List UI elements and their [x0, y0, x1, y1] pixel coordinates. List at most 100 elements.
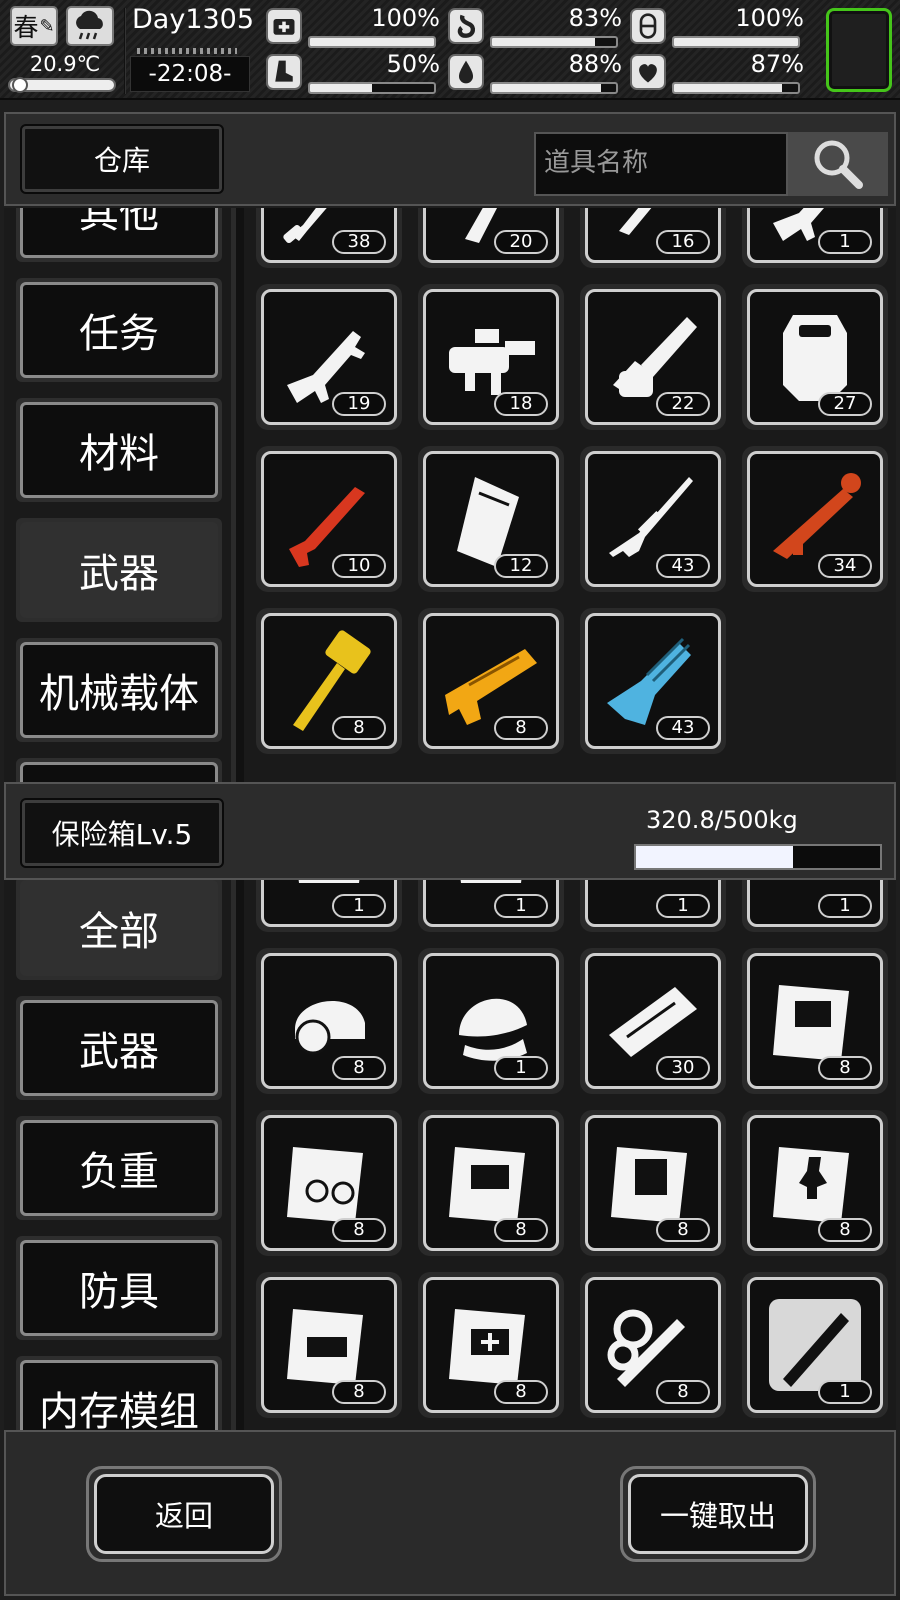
- warehouse-item-slot[interactable]: 38: [256, 208, 402, 268]
- safebox-item-slot[interactable]: 8: [742, 1110, 888, 1256]
- safebox-item-slot[interactable]: 8: [256, 948, 402, 1094]
- item-count: 43: [656, 716, 710, 740]
- stat-bar-fill: [674, 84, 782, 92]
- warehouse-item-slot[interactable]: 20: [418, 208, 564, 268]
- warehouse-category-item[interactable]: 材料: [16, 398, 222, 502]
- safebox-item-slot[interactable]: 8: [418, 1110, 564, 1256]
- category-label: 内存模组: [39, 1389, 199, 1430]
- heart-icon: [630, 54, 666, 90]
- stat-value: 50%: [386, 50, 440, 78]
- item-count: 8: [818, 1218, 872, 1242]
- item-count: 34: [818, 554, 872, 578]
- safebox-capacity-fill: [636, 846, 793, 868]
- safebox-item-slot[interactable]: 30: [580, 948, 726, 1094]
- warehouse-category-list[interactable]: 其他任务材料武器机械载体: [4, 208, 236, 782]
- warehouse-category-item[interactable]: 机械载体: [16, 638, 222, 742]
- warehouse-item-slot[interactable]: 22: [580, 284, 726, 430]
- item-search-input[interactable]: 道具名称: [534, 132, 788, 196]
- item-count: 20: [494, 230, 548, 254]
- stat-thirst: 88%: [448, 50, 628, 94]
- safebox-category-item[interactable]: 防具: [16, 1236, 222, 1340]
- stat-bar: [672, 36, 800, 48]
- category-label: 材料: [79, 431, 159, 477]
- warehouse-tab[interactable]: 仓库: [22, 126, 222, 192]
- safebox-item-slot[interactable]: 1: [418, 948, 564, 1094]
- safebox-item-slot[interactable]: 8: [580, 1272, 726, 1418]
- item-count: 1: [818, 894, 872, 918]
- safebox-capacity: 320.8/500kg: [646, 806, 798, 834]
- safebox-category-item[interactable]: 全部: [16, 880, 222, 980]
- item-count: 18: [494, 392, 548, 416]
- item-count: 8: [656, 1380, 710, 1404]
- warehouse-item-slot[interactable]: 8: [418, 608, 564, 754]
- warehouse-item-slot[interactable]: 1: [742, 208, 888, 268]
- stat-bar: [672, 82, 800, 94]
- warehouse-item-slot[interactable]: 12: [418, 446, 564, 592]
- safebox-category-item[interactable]: 内存模组: [16, 1356, 222, 1430]
- item-count: 16: [656, 230, 710, 254]
- item-count: 43: [656, 554, 710, 578]
- status-bar: 春 ✎ 20.9℃ Day1305 -22:08- 100% 83% 100% 5…: [0, 0, 900, 100]
- safebox-item-slot[interactable]: 8: [256, 1110, 402, 1256]
- warehouse-item-slot[interactable]: 34: [742, 446, 888, 592]
- safebox-item-slot[interactable]: 8: [418, 1272, 564, 1418]
- warehouse-item-slot[interactable]: 43: [580, 608, 726, 754]
- item-count: 1: [332, 894, 386, 918]
- warehouse-category-item[interactable]: 任务: [16, 278, 222, 382]
- item-count: 8: [494, 716, 548, 740]
- warehouse-item-slot[interactable]: 18: [418, 284, 564, 430]
- safebox-category-list[interactable]: 全部武器负重防具内存模组: [4, 880, 236, 1430]
- category-label: 全部: [79, 909, 159, 955]
- warehouse-category-item[interactable]: [16, 758, 222, 782]
- warehouse-item-slot[interactable]: 10: [256, 446, 402, 592]
- item-count: 1: [656, 894, 710, 918]
- boot-icon: [266, 54, 302, 90]
- character-portrait-button[interactable]: [826, 8, 892, 92]
- stat-hunger: 83%: [448, 4, 628, 48]
- back-label: 返回: [154, 1499, 213, 1533]
- safebox-item-grid[interactable]: 1 1 1 1 8 1 30 8 8 8 8 8 8 8 8 1: [244, 880, 896, 1430]
- stat-bar: [308, 82, 436, 94]
- warehouse-item-grid[interactable]: 38 20 16 1 19 18 22 27 10 12 43 34 8 8 4…: [244, 208, 896, 782]
- stat-bar: [490, 82, 618, 94]
- warehouse-item-slot[interactable]: 8: [256, 608, 402, 754]
- medkit-icon: [266, 8, 302, 44]
- season-indicator: 春 ✎: [10, 6, 58, 46]
- item-count: 12: [494, 554, 548, 578]
- take-all-button[interactable]: 一键取出: [620, 1466, 816, 1562]
- item-count: 8: [494, 1380, 548, 1404]
- stat-bar-fill: [492, 84, 602, 92]
- safebox-item-slot[interactable]: 8: [256, 1272, 402, 1418]
- item-count: 8: [332, 1380, 386, 1404]
- safebox-item-slot[interactable]: 8: [742, 948, 888, 1094]
- category-label: 武器: [79, 1029, 159, 1075]
- safebox-item-slot[interactable]: 8: [580, 1110, 726, 1256]
- warehouse-item-slot[interactable]: 16: [580, 208, 726, 268]
- stat-value: 83%: [568, 4, 622, 32]
- search-button[interactable]: [788, 132, 888, 196]
- search-icon: [814, 140, 863, 189]
- safebox-item-slot[interactable]: 1: [580, 880, 726, 932]
- stat-bar-fill: [492, 38, 595, 46]
- safebox-item-slot[interactable]: 1: [742, 1272, 888, 1418]
- stat-bar-fill: [310, 84, 372, 92]
- item-count: 10: [332, 554, 386, 578]
- warehouse-category-item[interactable]: 其他: [16, 208, 222, 262]
- item-count: 1: [818, 230, 872, 254]
- warehouse-item-slot[interactable]: 43: [580, 446, 726, 592]
- warehouse-item-slot[interactable]: 19: [256, 284, 402, 430]
- safebox-category-item[interactable]: 武器: [16, 996, 222, 1100]
- warehouse-category-item[interactable]: 武器: [16, 518, 222, 622]
- safebox-item-slot[interactable]: 1: [256, 880, 402, 932]
- safebox-item-slot[interactable]: 1: [742, 880, 888, 932]
- item-count: 8: [332, 1218, 386, 1242]
- warehouse-title: 仓库: [93, 144, 150, 177]
- safebox-header: 保险箱Lv.5 320.8/500kg: [4, 782, 896, 880]
- game-clock: -22:08-: [130, 56, 250, 92]
- warehouse-item-slot[interactable]: 27: [742, 284, 888, 430]
- safebox-tab[interactable]: 保险箱Lv.5: [22, 800, 222, 866]
- capsule-icon: [630, 8, 666, 44]
- safebox-category-item[interactable]: 负重: [16, 1116, 222, 1220]
- back-button[interactable]: 返回: [86, 1466, 282, 1562]
- safebox-item-slot[interactable]: 1: [418, 880, 564, 932]
